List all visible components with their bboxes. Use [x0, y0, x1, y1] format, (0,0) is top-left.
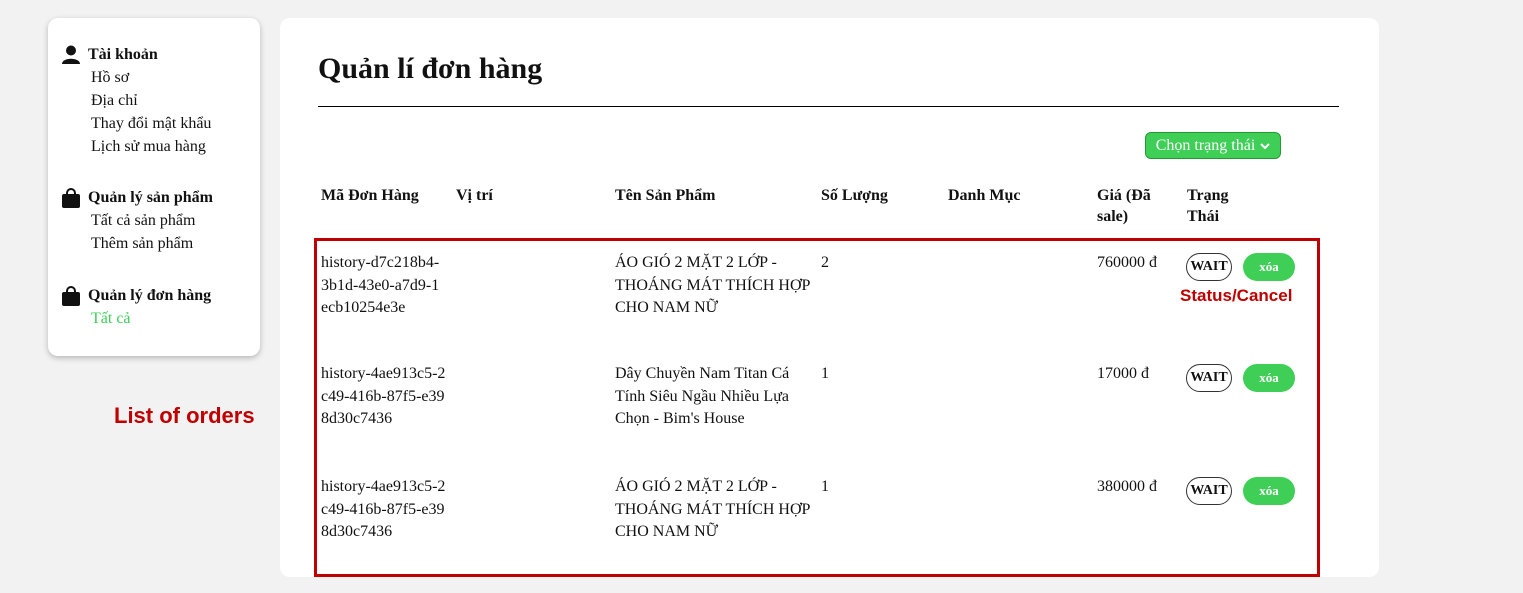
- table-row-product-name: ÁO GIÓ 2 MẶT 2 LỚP - THOÁNG MÁT THÍCH HỢ…: [615, 478, 810, 540]
- annotation-list-of-orders: List of orders: [114, 403, 255, 428]
- table-row-product-name: Dây Chuyền Nam Titan Cá Tính Siêu Ngầu N…: [615, 365, 790, 427]
- status-badge-button[interactable]: WAIT: [1186, 477, 1232, 505]
- column-header-category: Danh Mục: [948, 187, 1021, 204]
- column-header-location: Vị trí: [456, 187, 493, 204]
- page-title: Quản lí đơn hàng: [318, 52, 543, 85]
- table-row-price: 760000 đ: [1097, 254, 1157, 271]
- status-filter-label: Chọn trạng thái: [1155, 136, 1256, 154]
- table-row-order-id: history-4ae913c5-2c49-416b-87f5-e398d30c…: [321, 365, 446, 427]
- delete-button[interactable]: xóa: [1243, 364, 1295, 392]
- sidebar-group-products: Quản lý sản phẩm Tất cả sản phẩm Thêm sả…: [62, 187, 213, 255]
- sidebar-group-account: Tài khoản Hồ sơ Địa chỉ Thay đổi mật khẩ…: [62, 44, 211, 158]
- sidebar-heading-products[interactable]: Quản lý sản phẩm: [62, 187, 213, 209]
- column-header-order-id: Mã Đơn Hàng: [321, 187, 419, 204]
- column-header-product-name: Tên Sản Phẩm: [615, 187, 716, 204]
- status-badge-button[interactable]: WAIT: [1186, 253, 1232, 281]
- column-header-price: Giá (Đã sale): [1097, 187, 1151, 225]
- sidebar-item-all-orders[interactable]: Tất cả: [91, 307, 211, 330]
- user-icon: [62, 45, 80, 64]
- sidebar: Tài khoản Hồ sơ Địa chỉ Thay đổi mật khẩ…: [48, 18, 260, 356]
- sidebar-heading-label: Quản lý sản phẩm: [88, 189, 213, 206]
- sidebar-heading-label: Quản lý đơn hàng: [88, 287, 212, 304]
- sidebar-item-change-password[interactable]: Thay đổi mật khẩu: [91, 112, 211, 135]
- sidebar-heading-orders[interactable]: Quản lý đơn hàng: [62, 285, 211, 307]
- sidebar-item-purchase-history[interactable]: Lịch sử mua hàng: [91, 135, 211, 158]
- table-row-price: 380000 đ: [1097, 478, 1157, 495]
- table-row-quantity: 1: [821, 365, 829, 382]
- sidebar-heading-account[interactable]: Tài khoản: [62, 44, 211, 66]
- table-row-product-name: ÁO GIÓ 2 MẶT 2 LỚP - THOÁNG MÁT THÍCH HỢ…: [615, 254, 810, 316]
- sidebar-item-profile[interactable]: Hồ sơ: [91, 66, 211, 89]
- table-row-order-id: history-d7c218b4-3b1d-43e0-a7d9-1ecb1025…: [321, 254, 440, 316]
- sidebar-item-add-product[interactable]: Thêm sản phẩm: [91, 232, 213, 255]
- table-row-quantity: 2: [821, 254, 829, 271]
- sidebar-item-address[interactable]: Địa chỉ: [91, 89, 211, 112]
- shopping-bag-icon: [62, 188, 80, 208]
- status-filter-dropdown[interactable]: Chọn trạng thái: [1145, 132, 1281, 159]
- delete-button[interactable]: xóa: [1243, 477, 1295, 505]
- sidebar-group-orders: Quản lý đơn hàng Tất cả: [62, 285, 211, 330]
- table-row-quantity: 1: [821, 478, 829, 495]
- chevron-down-icon: [1260, 142, 1270, 149]
- table-row-price: 17000 đ: [1097, 365, 1149, 382]
- table-row-order-id: history-4ae913c5-2c49-416b-87f5-e398d30c…: [321, 478, 446, 540]
- column-header-quantity: Số Lượng: [821, 187, 888, 204]
- column-header-status: Trạng Thái: [1187, 187, 1229, 225]
- delete-button[interactable]: xóa: [1243, 253, 1295, 281]
- sidebar-item-all-products[interactable]: Tất cả sản phẩm: [91, 209, 213, 232]
- shopping-bag-icon: [62, 286, 80, 306]
- sidebar-heading-label: Tài khoản: [88, 46, 158, 63]
- annotation-status-cancel: Status/Cancel: [1180, 286, 1293, 305]
- title-divider: [318, 106, 1339, 107]
- status-badge-button[interactable]: WAIT: [1186, 364, 1232, 392]
